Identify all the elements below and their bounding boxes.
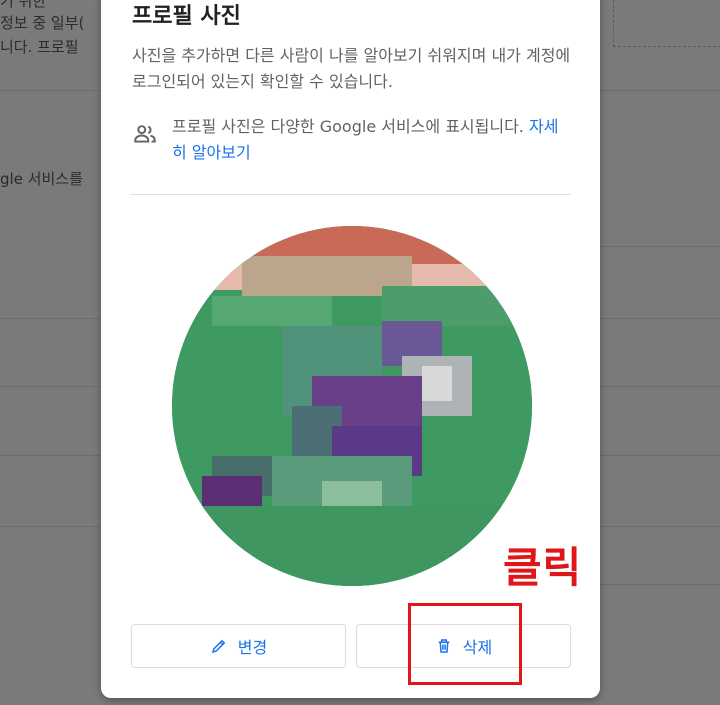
background-divider (600, 246, 720, 247)
background-divider (0, 386, 100, 387)
click-annotation-box (408, 603, 522, 685)
profile-photo[interactable] (172, 226, 532, 586)
change-button-label: 변경 (237, 638, 268, 657)
background-text: gle 서비스를 (0, 170, 83, 188)
background-divider (0, 90, 100, 91)
background-text: 정보 중 일부( (0, 14, 85, 32)
background-divider (600, 526, 720, 527)
pencil-icon (211, 639, 226, 654)
background-text: 니다. 프로필 (0, 38, 79, 56)
change-button[interactable]: 변경 (131, 624, 346, 668)
divider (130, 194, 571, 195)
background-divider (0, 318, 100, 319)
people-icon (134, 125, 156, 143)
profile-photo-image (172, 226, 532, 586)
background-divider (600, 386, 720, 387)
background-divider (600, 584, 720, 585)
info-text: 프로필 사진은 다양한 Google 서비스에 표시됩니다. 자세히 알아보기 (172, 114, 572, 166)
info-description: 프로필 사진은 다양한 Google 서비스에 표시됩니다. (172, 117, 524, 136)
background-divider (600, 90, 720, 91)
dialog-description: 사진을 추가하면 다른 사람이 나를 알아보기 쉬워지며 내가 계정에 로그인되… (132, 46, 571, 91)
background-divider (600, 455, 720, 456)
background-divider (0, 526, 100, 527)
background-divider (600, 318, 720, 319)
dialog-title: 프로필 사진 (132, 4, 241, 29)
background-divider (0, 455, 100, 456)
background-dashed-frame (613, 0, 720, 47)
background-text: 기 위한 (0, 0, 47, 10)
click-annotation-label: 클릭 (503, 543, 583, 592)
